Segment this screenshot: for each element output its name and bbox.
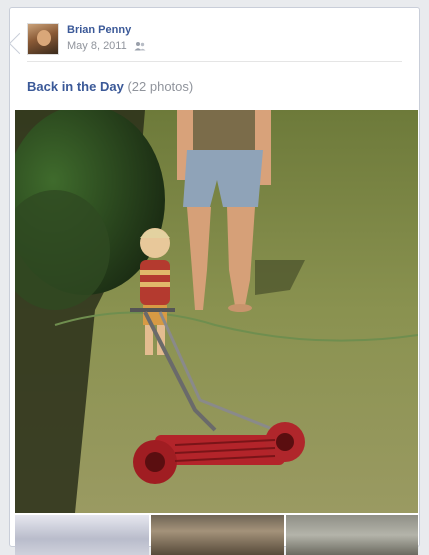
author-name[interactable]: Brian Penny (67, 24, 131, 36)
feed-story: Brian Penny May 8, 2011 Back in the Day … (8, 7, 420, 555)
photo-count: (22 photos) (127, 79, 194, 94)
post-meta: May 8, 2011 (67, 40, 146, 52)
album-thumbnails (15, 515, 418, 555)
album-line: Back in the Day (22 photos) (27, 79, 193, 94)
album-thumbnail[interactable] (286, 515, 418, 555)
avatar[interactable] (27, 23, 59, 55)
album-title-link[interactable]: Back in the Day (27, 79, 124, 94)
album-thumbnail[interactable] (15, 515, 149, 555)
album-thumbnail[interactable] (151, 515, 284, 555)
post-date[interactable]: May 8, 2011 (67, 40, 127, 52)
friends-icon[interactable] (134, 41, 146, 51)
divider (27, 61, 402, 62)
album-cover-photo[interactable] (15, 110, 418, 513)
